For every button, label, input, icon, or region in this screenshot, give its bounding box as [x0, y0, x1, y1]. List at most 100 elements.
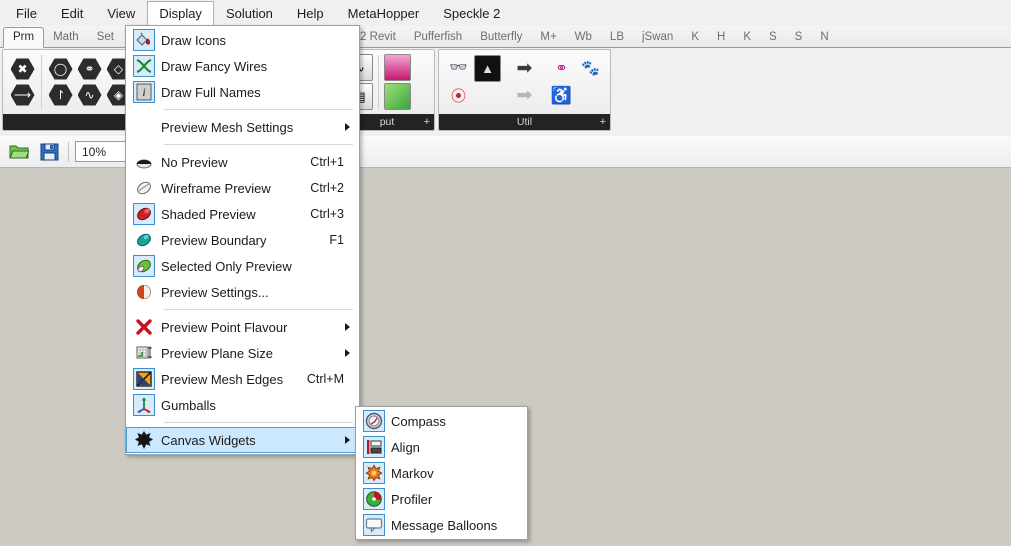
group-caption-label: Util	[516, 116, 533, 128]
menu-item-label: MetaHopper	[347, 5, 420, 21]
icon-selected-frame	[363, 436, 385, 458]
red-x-icon	[127, 314, 161, 340]
menu-option-label: Draw Fancy Wires	[161, 58, 268, 74]
menu-option-canvas-widgets[interactable]: Canvas Widgets	[126, 427, 359, 453]
ribbon-tab-jswan-14[interactable]: jSwan	[633, 27, 682, 47]
ribbon-tab-pufferfish-9[interactable]: Pufferfish	[405, 27, 471, 47]
icon-selected-frame	[133, 203, 155, 225]
ribbon-tab-lb-13[interactable]: LB	[601, 27, 633, 47]
component-icon-arrow-hollow[interactable]: ➡	[511, 83, 538, 108]
align-icon	[357, 434, 391, 460]
ribbon-tab-k-15[interactable]: K	[682, 27, 708, 47]
menu-option-wireframe-preview[interactable]: Wireframe Preview Ctrl+2	[126, 175, 359, 201]
icon-selected-frame	[363, 514, 385, 536]
group-divider	[378, 55, 379, 109]
group-expand-icon[interactable]: +	[600, 114, 606, 130]
menu-option-label: Draw Full Names	[161, 84, 261, 100]
menu-option-markov[interactable]: Markov	[356, 460, 527, 486]
ribbon-tab-math-1[interactable]: Math	[44, 27, 88, 47]
icon-selected-frame	[363, 462, 385, 484]
menu-option-preview-settings-[interactable]: Preview Settings...	[126, 279, 359, 305]
util-col-3: ⚭ 🐾 ♿	[545, 55, 607, 109]
ribbon-tab-set-2[interactable]: Set	[88, 27, 123, 47]
component-icon-arrow-solid[interactable]: ➡	[511, 56, 538, 81]
balloon-icon	[357, 512, 391, 538]
ribbon-tab-m--11[interactable]: M+	[531, 27, 565, 47]
component-icon-glasses[interactable]: 👓	[445, 55, 472, 80]
menu-item-solution[interactable]: Solution	[214, 1, 285, 26]
toolbar-divider	[68, 141, 69, 162]
menu-item-label: Display	[159, 5, 202, 21]
component-icon-tree[interactable]: ▲	[474, 55, 501, 82]
icon-selected-frame	[133, 368, 155, 390]
menu-item-file[interactable]: File	[4, 1, 49, 26]
profiler-icon	[357, 486, 391, 512]
ribbon-tab-wb-12[interactable]: Wb	[566, 27, 601, 47]
menu-item-display[interactable]: Display	[147, 0, 214, 26]
ribbon-tab-k-17[interactable]: K	[734, 27, 760, 47]
menu-option-draw-icons[interactable]: Draw Icons	[126, 27, 359, 53]
ribbon-tab-prm-0[interactable]: Prm	[3, 27, 45, 48]
menu-item-edit[interactable]: Edit	[49, 1, 95, 26]
component-icon-cherries[interactable]: ⦿	[445, 84, 472, 109]
component-icon-point[interactable]: ✖	[9, 57, 36, 81]
component-icon-flask[interactable]: ♿	[548, 83, 575, 108]
ribbon-tab-s-18[interactable]: S	[760, 27, 786, 47]
icon-selected-frame	[133, 255, 155, 277]
component-icon-colour-swatch[interactable]	[384, 83, 411, 110]
menu-option-label: Preview Plane Size	[161, 345, 273, 361]
component-icon-vector[interactable]: ⟶	[9, 83, 36, 107]
menu-option-preview-boundary[interactable]: Preview Boundary F1	[126, 227, 359, 253]
menu-option-shaded-preview[interactable]: Shaded Preview Ctrl+3	[126, 201, 359, 227]
menu-item-label: Help	[296, 5, 324, 21]
input-col-2	[381, 53, 414, 111]
component-icon-gradient[interactable]	[384, 54, 411, 81]
group-caption-util: Util +	[439, 114, 610, 130]
menu-option-label: Shaded Preview	[161, 206, 256, 222]
menu-option-preview-mesh-edges[interactable]: Preview Mesh Edges Ctrl+M	[126, 366, 359, 392]
menu-option-label: Markov	[391, 465, 434, 481]
save-disk-icon[interactable]	[36, 140, 62, 164]
ribbon-tab-n-20[interactable]: N	[811, 27, 837, 47]
save-disk-glyph	[40, 143, 58, 160]
menu-option-selected-only-preview[interactable]: Selected Only Preview	[126, 253, 359, 279]
menu-option-message-balloons[interactable]: Message Balloons	[356, 512, 527, 538]
submenu-arrow-icon	[345, 123, 350, 131]
component-icon-curve[interactable]: ∿	[76, 83, 103, 107]
widgets-star-icon	[127, 427, 161, 453]
menu-option-gumballs[interactable]: Gumballs	[126, 392, 359, 418]
ribbon-tab-h-16[interactable]: H	[708, 27, 734, 47]
component-icon-ellipse[interactable]: ⚭	[76, 57, 103, 81]
menu-option-shortcut: Ctrl+3	[310, 207, 344, 221]
ribbon-tab-s-19[interactable]: S	[786, 27, 812, 47]
menu-option-preview-plane-size[interactable]: Preview Plane Size	[126, 340, 359, 366]
menu-option-align[interactable]: Align	[356, 434, 527, 460]
ribbon-tab-butterfly-10[interactable]: Butterfly	[471, 27, 531, 47]
menu-option-label: Preview Boundary	[161, 232, 267, 248]
group-expand-icon[interactable]: +	[424, 114, 430, 130]
menu-option-draw-fancy-wires[interactable]: Draw Fancy Wires	[126, 53, 359, 79]
menu-option-label: Selected Only Preview	[161, 258, 292, 274]
menu-item-view[interactable]: View	[95, 1, 147, 26]
sphere-split-icon	[127, 279, 161, 305]
menu-option-label: Profiler	[391, 491, 433, 507]
menu-item-metahopper[interactable]: MetaHopper	[336, 1, 432, 26]
icon-selected-frame: i	[133, 81, 155, 103]
open-folder-icon[interactable]	[6, 140, 32, 164]
menu-item-speckle-2[interactable]: Speckle 2	[431, 1, 512, 26]
component-icon-arc[interactable]: ↾	[47, 83, 74, 107]
submenu-arrow-icon	[345, 323, 350, 331]
component-icon-bug[interactable]: 🐾	[577, 56, 604, 81]
boundary-teal-icon	[127, 227, 161, 253]
menu-option-no-preview[interactable]: No Preview Ctrl+1	[126, 149, 359, 175]
menu-option-compass[interactable]: Compass	[356, 408, 527, 434]
menu-option-draw-full-names[interactable]: i Draw Full Names	[126, 79, 359, 105]
menu-separator	[164, 109, 353, 110]
menu-option-preview-point-flavour[interactable]: Preview Point Flavour	[126, 314, 359, 340]
menu-option-shortcut: Ctrl+2	[310, 181, 344, 195]
menu-option-preview-mesh-settings[interactable]: Preview Mesh Settings	[126, 114, 359, 140]
menu-item-help[interactable]: Help	[285, 1, 336, 26]
menu-option-profiler[interactable]: Profiler	[356, 486, 527, 512]
component-icon-circle[interactable]: ◯	[47, 57, 74, 81]
component-icon-cluster[interactable]: ⚭	[548, 56, 575, 81]
